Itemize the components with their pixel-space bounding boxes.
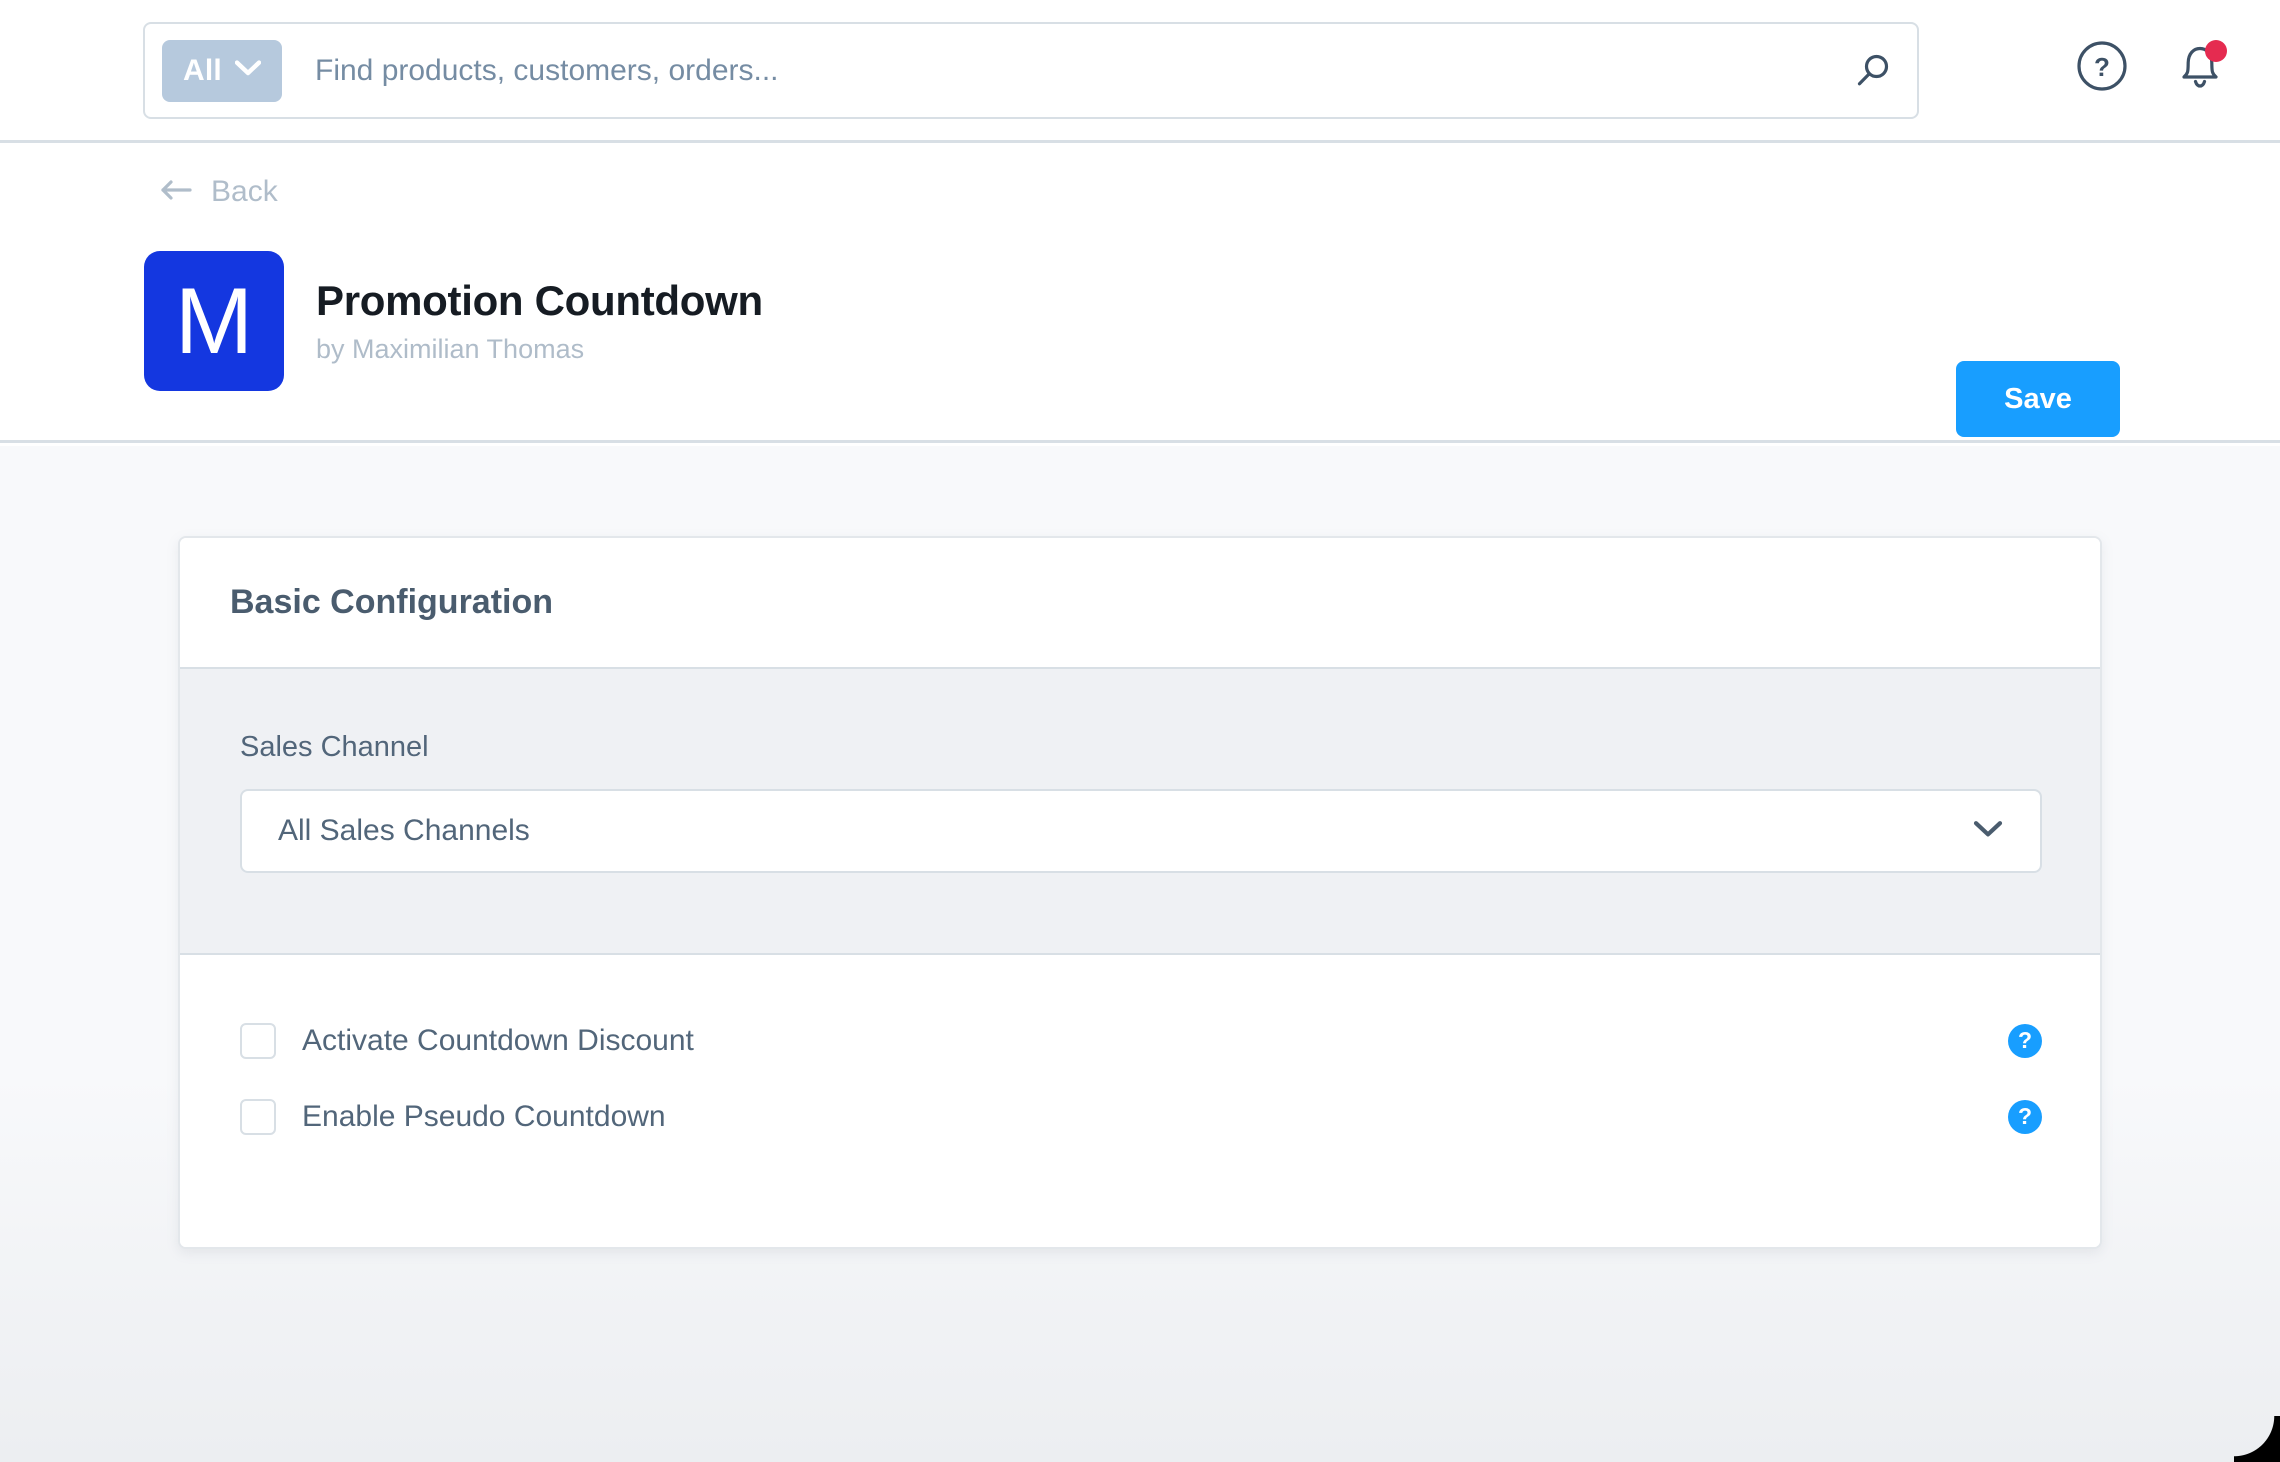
card-header: Basic Configuration (180, 538, 2100, 669)
search-scope-label: All (183, 53, 222, 87)
app-window: All ? (0, 0, 2280, 1462)
notification-bell-icon[interactable] (2172, 38, 2228, 94)
app-text-block: Promotion Countdown by Maximilian Thomas (316, 277, 763, 364)
toggles-section: Activate Countdown Discount ? Enable Pse… (180, 955, 2100, 1247)
app-icon: M (144, 251, 284, 391)
search-input[interactable] (315, 53, 1847, 88)
basic-configuration-card: Basic Configuration Sales Channel All Sa… (178, 536, 2102, 1249)
arrow-left-icon (160, 178, 194, 207)
checkbox-row-enable-pseudo-countdown: Enable Pseudo Countdown ? (240, 1087, 2042, 1147)
chevron-down-icon (234, 60, 262, 81)
back-button[interactable]: Back (160, 175, 278, 209)
app-icon-letter: M (174, 268, 254, 373)
page-title: Promotion Countdown (316, 277, 763, 325)
sales-channel-select[interactable]: All Sales Channels (240, 789, 2042, 873)
help-icon[interactable]: ? (2074, 38, 2130, 94)
activate-countdown-discount-label[interactable]: Activate Countdown Discount (302, 1024, 694, 1058)
chevron-down-icon (1973, 820, 2003, 843)
back-button-label: Back (211, 175, 278, 208)
svg-text:?: ? (2094, 52, 2110, 82)
notification-badge-dot (2205, 40, 2227, 62)
global-search-bar: All (143, 22, 1919, 119)
page-header: Back M Promotion Countdown by Maximilian… (0, 143, 2280, 443)
checkbox-row-activate-countdown-discount: Activate Countdown Discount ? (240, 1011, 2042, 1071)
activate-countdown-discount-checkbox[interactable] (240, 1023, 276, 1059)
app-author: by Maximilian Thomas (316, 333, 585, 364)
enable-pseudo-countdown-checkbox[interactable] (240, 1099, 276, 1135)
global-topbar: All ? (0, 0, 2280, 143)
content-area: Basic Configuration Sales Channel All Sa… (0, 446, 2280, 1462)
sales-channel-section: Sales Channel All Sales Channels (180, 669, 2100, 955)
topbar-actions: ? (2074, 38, 2228, 94)
sales-channel-label: Sales Channel (240, 731, 429, 763)
save-button[interactable]: Save (1956, 361, 2120, 437)
card-title: Basic Configuration (230, 583, 554, 621)
search-scope-dropdown[interactable]: All (162, 39, 282, 102)
search-icon[interactable] (1847, 45, 1899, 97)
help-icon-activate-countdown-discount[interactable]: ? (2008, 1024, 2042, 1058)
sales-channel-value: All Sales Channels (278, 814, 530, 847)
help-icon-enable-pseudo-countdown[interactable]: ? (2008, 1100, 2042, 1134)
enable-pseudo-countdown-label[interactable]: Enable Pseudo Countdown (302, 1100, 666, 1134)
app-identity: M Promotion Countdown by Maximilian Thom… (144, 251, 763, 391)
